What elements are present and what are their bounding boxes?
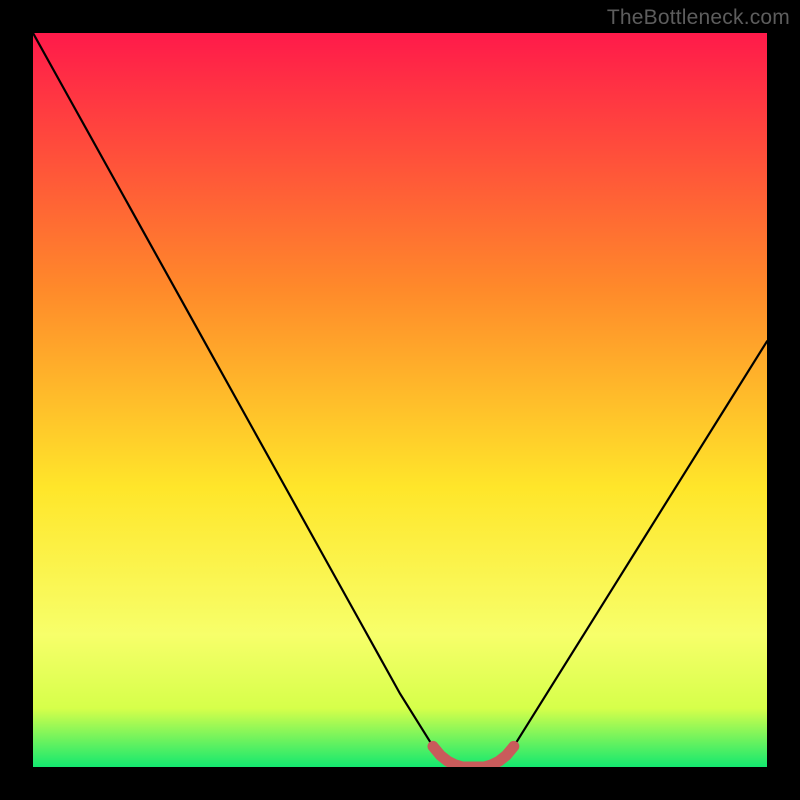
- gradient-background: [33, 33, 767, 767]
- chart-svg: [33, 33, 767, 767]
- watermark-text: TheBottleneck.com: [607, 6, 790, 30]
- chart-frame: TheBottleneck.com: [0, 0, 800, 800]
- plot-area: [33, 33, 767, 767]
